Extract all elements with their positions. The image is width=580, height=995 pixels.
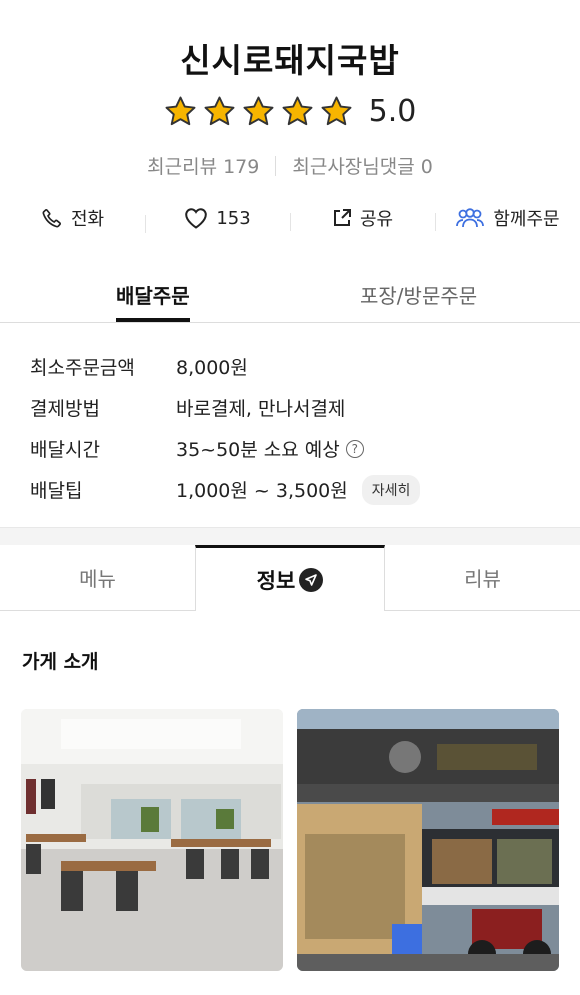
rating-stars <box>164 95 353 128</box>
star-icon <box>282 96 313 126</box>
call-label: 전화 <box>70 209 105 230</box>
tab-info-label: 정보 <box>256 568 296 593</box>
info-row-delivery-time: 배달시간 35~50분 소요 예상 ? <box>30 428 560 469</box>
owner-replies-link[interactable]: 최근사장님댓글 0 <box>292 152 433 179</box>
phone-icon <box>42 208 61 228</box>
store-photo-exterior[interactable] <box>297 709 559 971</box>
group-icon <box>456 208 485 228</box>
info-key: 배달팁 <box>30 480 83 502</box>
group-order-label: 함께주문 <box>493 209 560 230</box>
help-icon[interactable]: ? <box>345 439 364 458</box>
call-button[interactable]: 전화 <box>0 205 145 231</box>
tab-menu[interactable]: 메뉴 <box>0 545 195 611</box>
store-intro-title: 가게 소개 <box>22 651 99 673</box>
send-icon <box>299 567 324 592</box>
star-icon <box>243 96 274 126</box>
favorite-count: 153 <box>216 207 251 229</box>
info-value-wrap: 1,000원 ~ 3,500원 자세히 <box>176 474 421 505</box>
tab-delivery[interactable]: 배달주문 <box>116 280 190 322</box>
store-name: 신시로돼지국밥 <box>180 41 400 80</box>
share-label: 공유 <box>359 209 394 230</box>
action-bar: 전화 153 공유 함께주문 <box>0 200 580 236</box>
share-button[interactable]: 공유 <box>290 205 435 231</box>
delivery-info: 최소주문금액 8,000원 결제방법 바로결제, 만나서결제 배달시간 35~5… <box>30 346 560 510</box>
info-key: 최소주문금액 <box>30 357 135 379</box>
tab-review[interactable]: 리뷰 <box>385 545 580 611</box>
info-value: 1,000원 ~ 3,500원 <box>176 480 348 502</box>
star-icon <box>204 96 235 126</box>
info-value: 35~50분 소요 예상 <box>176 439 340 461</box>
share-icon <box>333 209 351 226</box>
section-divider <box>0 527 580 545</box>
group-order-button[interactable]: 함께주문 <box>435 205 580 231</box>
divider <box>275 155 277 176</box>
star-icon <box>321 96 352 126</box>
tab-pickup[interactable]: 포장/방문주문 <box>360 280 477 309</box>
recent-reviews-link[interactable]: 최근리뷰 179 <box>147 152 259 179</box>
info-value-wrap: 35~50분 소요 예상 ? <box>176 435 364 462</box>
store-photo-interior[interactable] <box>21 709 283 971</box>
order-type-tabs: 배달주문 포장/방문주문 <box>0 268 580 323</box>
rating-value: 5.0 <box>368 94 417 129</box>
heart-icon <box>185 208 208 229</box>
info-value: 바로결제, 만나서결제 <box>176 398 346 420</box>
tab-info[interactable]: 정보 <box>195 545 385 611</box>
star-icon <box>165 96 196 126</box>
info-value: 8,000원 <box>176 357 248 379</box>
content-tabs: 메뉴 정보 리뷰 <box>0 545 580 611</box>
info-key: 결제방법 <box>30 398 100 420</box>
info-row-min-order: 최소주문금액 8,000원 <box>30 346 560 387</box>
favorite-button[interactable]: 153 <box>145 207 290 233</box>
info-row-delivery-tip: 배달팁 1,000원 ~ 3,500원 자세히 <box>30 469 560 510</box>
rating-row: 5.0 <box>0 94 580 129</box>
info-key: 배달시간 <box>30 439 100 461</box>
review-stats: 최근리뷰 179 최근사장님댓글 0 <box>0 152 580 179</box>
info-row-payment: 결제방법 바로결제, 만나서결제 <box>30 387 560 428</box>
detail-button[interactable]: 자세히 <box>361 474 421 505</box>
